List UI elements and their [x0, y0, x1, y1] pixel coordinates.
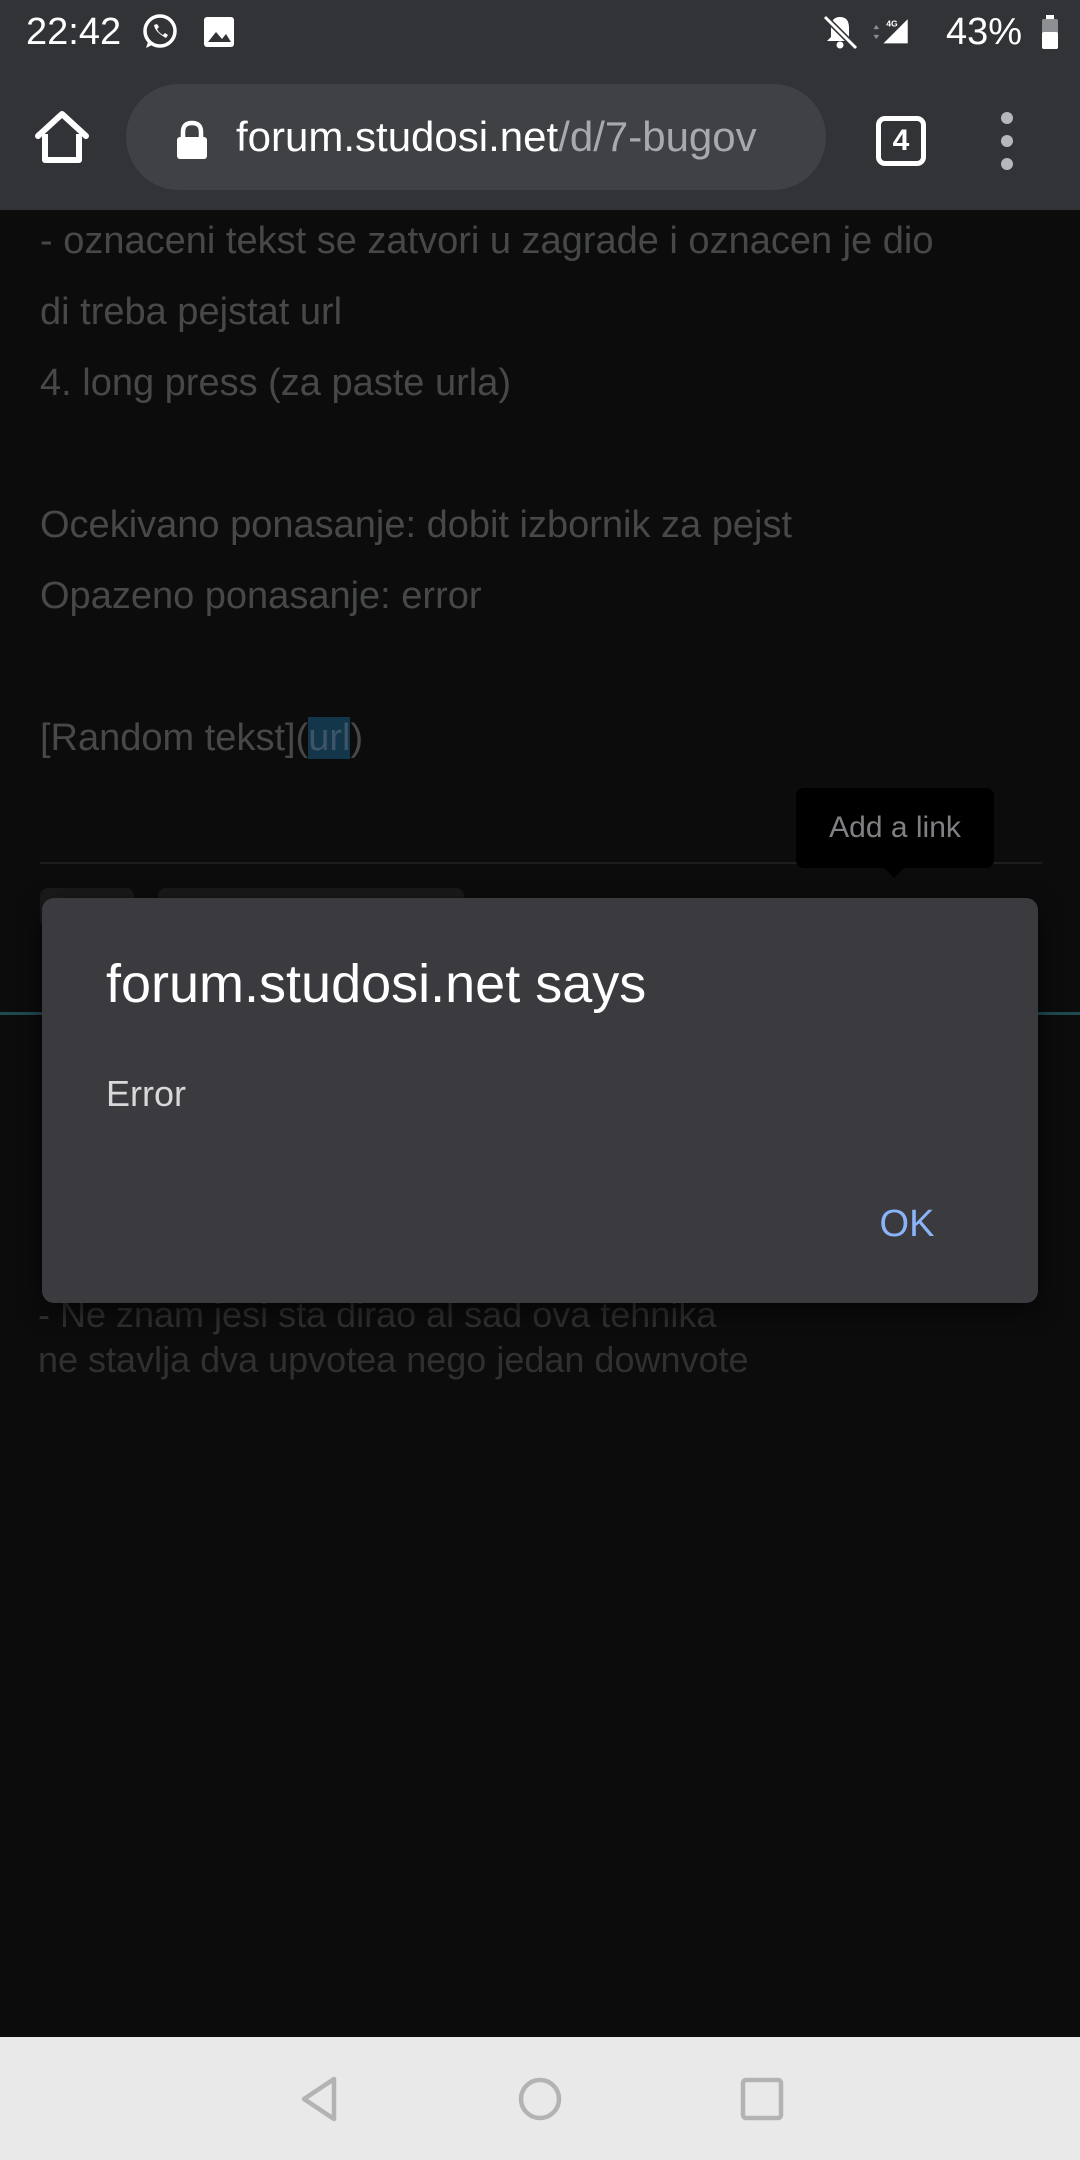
system-nav-bar	[0, 2037, 1080, 2160]
alert-dialog: forum.studosi.net says Error OK	[42, 898, 1038, 1303]
markdown-link-line[interactable]: [Random tekst](url)	[40, 703, 363, 774]
status-bar: 22:42 4G 43%	[0, 0, 1080, 64]
reply-line: ne stavlja dva upvotea nego jedan downvo…	[38, 1339, 749, 1380]
url-domain: forum.studosi.net	[236, 113, 559, 160]
back-icon[interactable]	[294, 2073, 346, 2125]
add-link-tooltip: Add a link	[796, 788, 994, 868]
post-line: Opazeno ponasanje: error	[40, 575, 482, 617]
status-time: 22:42	[26, 11, 122, 53]
url-bar[interactable]: forum.studosi.net/d/7-bugov	[126, 84, 826, 190]
whatsapp-icon	[143, 14, 177, 48]
markdown-prefix: [Random tekst](	[40, 717, 309, 759]
more-vert-icon[interactable]	[992, 112, 1022, 170]
post-line: di treba pejstat url	[40, 291, 343, 333]
markdown-suffix: )	[350, 717, 364, 759]
recents-icon[interactable]	[736, 2073, 788, 2125]
lock-icon	[177, 120, 207, 159]
battery-icon	[1042, 15, 1058, 49]
tab-switcher-button[interactable]: 4	[876, 116, 926, 166]
post-line: 4. long press (za paste urla)	[40, 362, 512, 404]
dialog-message: Error	[106, 1073, 186, 1114]
home-icon[interactable]	[30, 106, 94, 170]
home-circle-icon[interactable]	[514, 2073, 566, 2125]
url-path: /d/7-bugov	[558, 113, 757, 160]
bell-off-icon	[822, 14, 859, 51]
browser-toolbar: forum.studosi.net/d/7-bugov 4	[0, 64, 1080, 210]
signal-icon: 4G	[873, 18, 908, 44]
battery-percentage: 43%	[946, 11, 1023, 53]
url-text: forum.studosi.net/d/7-bugov	[236, 111, 757, 163]
ok-button[interactable]: OK	[862, 1194, 952, 1254]
post-line: Ocekivano ponasanje: dobit izbornik za p…	[40, 504, 793, 546]
network-type: 4G	[886, 18, 898, 28]
dialog-title: forum.studosi.net says	[106, 954, 647, 1014]
tooltip-arrow	[882, 866, 906, 878]
post-line: - oznaceni tekst se zatvori u zagrade i …	[40, 220, 934, 262]
selected-url-text[interactable]: url	[308, 717, 351, 759]
image-icon	[204, 17, 234, 47]
